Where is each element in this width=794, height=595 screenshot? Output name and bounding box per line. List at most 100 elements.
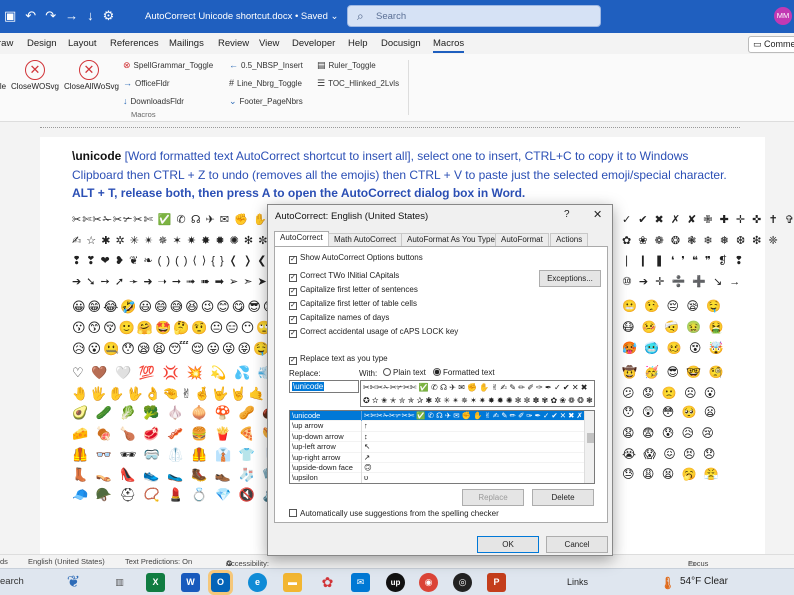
tab-actions[interactable]: Actions [550, 233, 589, 247]
emoji-row[interactable]: ❢ ❣ ❤ ❥ ❦ ❧ ( ) ( ) ⟨ ⟩ { } ❬ ❭ ❮ ❯ [72, 254, 282, 267]
emoji-row[interactable]: ➔ ➘ ➙ ➚ ➛ ➜ ➝ ➞ ➟ ➠ ➡ ➢ ➣ ➤ ➥ [72, 275, 282, 288]
replace-input[interactable]: \unicode [289, 380, 359, 393]
office-fldr-button[interactable]: → OfficeFldr [123, 78, 170, 88]
links-toolbar[interactable]: Links [567, 577, 588, 587]
tab-layout[interactable]: Layout [68, 38, 97, 49]
weather-text[interactable]: 54°F Clear [680, 576, 728, 587]
emoji-row-right[interactable]: ✿ ❀ ❁ ❂ ❃ ❄ ❅ ❆ ❇ ❈ [622, 234, 780, 247]
status-words[interactable]: ds [0, 557, 8, 566]
tab-autoformat[interactable]: AutoFormat [495, 233, 549, 247]
tab-review[interactable]: Review [218, 38, 249, 49]
emoji-row[interactable]: ✍ ☆ ✱ ✲ ✳ ✴ ✵ ✶ ✷ ✸ ✹ ✺ ✻ ✼ ✽ [72, 234, 283, 247]
tab-design[interactable]: Design [27, 38, 57, 49]
close-all-wo-svg-button[interactable]: ✕ CloseAllWoSvg [64, 60, 119, 91]
upwork-icon[interactable]: up [386, 573, 405, 592]
auto-suggestions-checkbox[interactable]: Automatically use suggestions from the s… [289, 509, 499, 518]
avatar[interactable]: MM [774, 7, 792, 25]
forward-icon[interactable]: → [65, 8, 78, 24]
search-box[interactable]: ⌕ Search [347, 5, 601, 27]
tab-macros[interactable]: Macros [433, 38, 465, 53]
snip-icon[interactable]: ✿ [318, 573, 337, 592]
exceptions-button[interactable]: Exceptions... [539, 270, 601, 287]
list-scrollbar[interactable] [584, 411, 594, 483]
close-icon[interactable]: ✕ [593, 208, 602, 221]
formatted-text-radio[interactable]: Formatted text [433, 368, 495, 377]
emoji-row-right[interactable]: 🤠 🥳 😎 🤓 🧐 [622, 365, 726, 379]
taskbar-search[interactable]: earch [0, 576, 24, 587]
close-wo-svg-button[interactable]: ✕ CloseWOSvg [10, 60, 60, 91]
status-predictions[interactable]: Text Predictions: On [125, 557, 192, 566]
caps-lock-checkbox[interactable]: ✓ Correct accidental usage of cAPS LOCK k… [289, 327, 458, 338]
ruler-toggle-button[interactable]: ▤ Ruler_Toggle [317, 60, 376, 71]
spellgrammar-toggle-button[interactable]: ⊗ SpellGrammar_Toggle [123, 60, 213, 71]
scrollbar-thumb[interactable] [587, 433, 594, 443]
capitalize-sentences-checkbox[interactable]: ✓ Capitalize first letter of sentences [289, 285, 418, 296]
word-icon[interactable]: W [181, 573, 200, 592]
capitalize-table-cells-checkbox[interactable]: ✓ Capitalize first letter of table cells [289, 299, 417, 310]
tab-draw[interactable]: raw [0, 38, 13, 49]
undo-icon[interactable]: ↶ [25, 8, 36, 24]
instructions-paragraph[interactable]: \unicode [Word formatted text AutoCorrec… [72, 147, 732, 203]
chrome-icon[interactable]: ◉ [419, 573, 438, 592]
cancel-button[interactable]: Cancel [546, 536, 608, 553]
emoji-row-right[interactable]: 😓 😩 😫 🥱 😤 [622, 467, 721, 481]
emoji-row-right[interactable]: 😧 😨 😰 😥 😢 [622, 426, 716, 440]
list-item[interactable]: \up-left arrow ↖ [290, 442, 594, 453]
plain-text-radio[interactable]: Plain text [383, 368, 426, 377]
emoji-row-right[interactable]: 😷 🤒 🤕 🤢 🤮 [622, 320, 726, 334]
help-button[interactable]: ? [564, 209, 570, 220]
ok-button[interactable]: OK [477, 536, 539, 553]
tab-developer[interactable]: Developer [292, 38, 335, 49]
downloads-fldr-button[interactable]: ↓ DownloadsFldr [123, 96, 184, 106]
redo-icon[interactable]: ↷ [45, 8, 56, 24]
task-view-icon[interactable]: ▥ [110, 573, 129, 592]
footer-pagenbrs-button[interactable]: ⌄ Footer_PageNbrs [229, 96, 303, 107]
capitalize-days-checkbox[interactable]: ✓ Capitalize names of days [289, 313, 389, 324]
emoji-row-right[interactable]: 😯 😲 😳 🥺 😦 [622, 405, 718, 419]
tab-docusign[interactable]: Docusign [381, 38, 421, 49]
status-language[interactable]: English (United States) [28, 557, 105, 566]
list-item[interactable]: \upsilon υ [290, 473, 594, 483]
excel-icon[interactable]: X [146, 573, 165, 592]
emoji-row-right[interactable]: ✓ ✔ ✖ ✗ ✘ ✙ ✚ ✛ ✜ ✝ ✞ [622, 213, 794, 226]
list-item[interactable]: \up-down arrow ↕ [290, 431, 594, 443]
tab-mailings[interactable]: Mailings [169, 38, 204, 49]
emoji-row-right[interactable]: 😕 😟 🙁 ☹ 😮 [622, 386, 718, 400]
nbsp-insert-button[interactable]: ← 0.5_NBSP_Insert [229, 60, 303, 70]
emoji-row-right[interactable]: 😭 😱 😖 😣 😞 [622, 447, 717, 461]
outlook-icon[interactable]: O [208, 570, 233, 595]
emoji-row-right[interactable]: ⑩ ➔ ✛ ➗ ➕ ↘ → [622, 275, 742, 288]
document-title[interactable]: AutoCorrect Unicode shortcut.docx • Save… [145, 11, 338, 22]
list-item[interactable]: \up arrow ↑ [290, 421, 594, 432]
autocorrect-entries-list[interactable]: \unicode ✂✄✂✁✂✃✂✄ ✅ ✆ ☊ ✈ ✉ ✊ ✋ ✌ ✍ ✎ ✏ ✐… [289, 410, 595, 484]
comments-button[interactable]: ▭ Comme [748, 36, 794, 53]
toc-hlinked-button[interactable]: ☰ TOC_Hlinked_2Lvls [317, 78, 399, 89]
tab-help[interactable]: Help [348, 38, 368, 49]
list-item[interactable]: \unicode ✂✄✂✁✂✃✂✄ ✅ ✆ ☊ ✈ ✉ ✊ ✋ ✌ ✍ ✎ ✏ ✐… [290, 411, 594, 422]
replace-button[interactable]: Replace [462, 489, 524, 506]
emoji-row-right[interactable]: ❘ ❙ ❚ ❛ ❜ ❝ ❞ ❡ ❢ [622, 254, 745, 267]
tab-view[interactable]: View [259, 38, 279, 49]
emoji-row[interactable]: ✂✄✂✁✂✃✂✄ ✅ ✆ ☊ ✈ ✉ ✊ ✋ [72, 213, 268, 226]
tab-references[interactable]: References [110, 38, 159, 49]
save-icon[interactable]: ▣ [4, 8, 16, 24]
mail-icon[interactable]: ✉ [351, 573, 370, 592]
tab-autoformat-as-you-type[interactable]: AutoFormat As You Type [401, 233, 501, 247]
powerpoint-icon[interactable]: P [487, 573, 506, 592]
list-item[interactable]: \upside-down face 🙃 [290, 462, 594, 474]
tab-autocorrect[interactable]: AutoCorrect [274, 231, 329, 247]
github-icon[interactable]: ◎ [453, 573, 472, 592]
show-options-checkbox[interactable]: ✓ Show AutoCorrect Options buttons [289, 253, 423, 264]
edge-icon[interactable]: e [248, 573, 267, 592]
emoji-row-right[interactable]: 😬 🤥 😔 😪 🤤 [622, 299, 723, 313]
download-icon[interactable]: ↓ [87, 8, 94, 24]
file-explorer-icon[interactable]: ▬ [283, 573, 302, 592]
delete-button[interactable]: Delete [532, 489, 594, 506]
list-item[interactable]: \up-right arrow ↗ [290, 452, 594, 463]
emoji-row[interactable]: 😀😁😂🤣😃😄😅😆😉😊😋😎😍😘 [72, 299, 294, 315]
more-icon[interactable]: ⚙ [103, 8, 115, 24]
correct-two-initial-caps-checkbox[interactable]: ✓ Correct TWo INitial CApitals [289, 271, 399, 282]
widget-icon[interactable]: ❦ [64, 573, 83, 592]
with-input[interactable]: ✂✄✂✁✂✃✂✄ ✅ ✆ ☊ ✈ ✉ ✊ ✋ ✌ ✍ ✎ ✏ ✐ ✑ ✒ ✓ ✔… [360, 380, 595, 407]
tab-math-autocorrect[interactable]: Math AutoCorrect [328, 233, 403, 247]
